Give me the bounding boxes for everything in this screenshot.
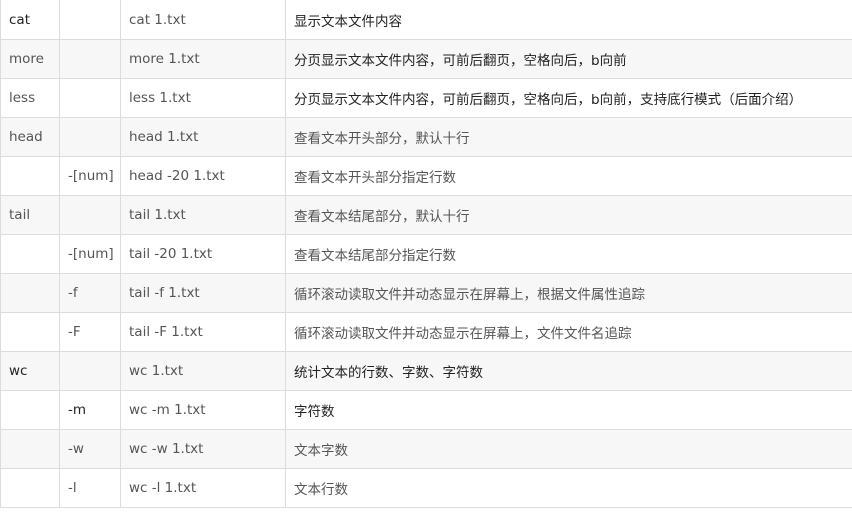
command-cell [0, 273, 60, 313]
option-cell: -[num] [59, 156, 121, 196]
example-cell: head 1.txt [120, 117, 286, 157]
option-cell: -f [59, 273, 121, 313]
example-cell: less 1.txt [120, 78, 286, 118]
command-cell: tail [0, 195, 60, 235]
command-cell [0, 312, 60, 352]
table-row: cat cat 1.txt 显示文本文件内容 [0, 0, 852, 40]
option-cell: -w [59, 429, 121, 469]
option-cell [59, 0, 121, 40]
option-cell [59, 351, 121, 391]
command-cell [0, 390, 60, 430]
description-cell: 文本行数 [285, 468, 852, 508]
description-cell: 查看文本开头部分，默认十行 [285, 117, 852, 157]
table-row: less less 1.txt 分页显示文本文件内容，可前后翻页，空格向后，b向… [0, 78, 852, 118]
example-cell: cat 1.txt [120, 0, 286, 40]
command-cell: less [0, 78, 60, 118]
description-cell: 显示文本文件内容 [285, 0, 852, 40]
table-row: head head 1.txt 查看文本开头部分，默认十行 [0, 117, 852, 157]
command-table-body: cat cat 1.txt 显示文本文件内容 more more 1.txt 分… [0, 0, 852, 508]
table-row: wc wc 1.txt 统计文本的行数、字数、字符数 [0, 351, 852, 391]
command-cell [0, 429, 60, 469]
description-cell: 字符数 [285, 390, 852, 430]
example-cell: head -20 1.txt [120, 156, 286, 196]
command-cell: more [0, 39, 60, 79]
description-cell: 查看文本结尾部分指定行数 [285, 234, 852, 274]
example-cell: wc -m 1.txt [120, 390, 286, 430]
example-cell: wc 1.txt [120, 351, 286, 391]
command-cell [0, 234, 60, 274]
example-cell: tail -f 1.txt [120, 273, 286, 313]
option-cell: -l [59, 468, 121, 508]
option-cell [59, 195, 121, 235]
command-cell [0, 156, 60, 196]
description-cell: 文本字数 [285, 429, 852, 469]
table-row: -[num] head -20 1.txt 查看文本开头部分指定行数 [0, 156, 852, 196]
example-cell: wc -w 1.txt [120, 429, 286, 469]
description-cell: 查看文本结尾部分，默认十行 [285, 195, 852, 235]
example-cell: tail -20 1.txt [120, 234, 286, 274]
option-cell [59, 117, 121, 157]
example-cell: wc -l 1.txt [120, 468, 286, 508]
description-cell: 查看文本开头部分指定行数 [285, 156, 852, 196]
option-cell [59, 78, 121, 118]
command-cell: head [0, 117, 60, 157]
description-cell: 循环滚动读取文件并动态显示在屏幕上，根据文件属性追踪 [285, 273, 852, 313]
table-row: -f tail -f 1.txt 循环滚动读取文件并动态显示在屏幕上，根据文件属… [0, 273, 852, 313]
option-cell: -F [59, 312, 121, 352]
table-row: -l wc -l 1.txt 文本行数 [0, 468, 852, 508]
command-cell [0, 468, 60, 508]
table-row: more more 1.txt 分页显示文本文件内容，可前后翻页，空格向后，b向… [0, 39, 852, 79]
example-cell: more 1.txt [120, 39, 286, 79]
table-row: tail tail 1.txt 查看文本结尾部分，默认十行 [0, 195, 852, 235]
option-cell: -m [59, 390, 121, 430]
description-cell: 分页显示文本文件内容，可前后翻页，空格向后，b向前，支持底行模式（后面介绍） [285, 78, 852, 118]
description-cell: 统计文本的行数、字数、字符数 [285, 351, 852, 391]
option-cell: -[num] [59, 234, 121, 274]
command-table: cat cat 1.txt 显示文本文件内容 more more 1.txt 分… [0, 0, 852, 508]
description-cell: 分页显示文本文件内容，可前后翻页，空格向后，b向前 [285, 39, 852, 79]
option-cell [59, 39, 121, 79]
table-row: -m wc -m 1.txt 字符数 [0, 390, 852, 430]
table-row: -w wc -w 1.txt 文本字数 [0, 429, 852, 469]
table-row: -[num] tail -20 1.txt 查看文本结尾部分指定行数 [0, 234, 852, 274]
description-cell: 循环滚动读取文件并动态显示在屏幕上，文件文件名追踪 [285, 312, 852, 352]
command-cell: wc [0, 351, 60, 391]
command-cell: cat [0, 0, 60, 40]
example-cell: tail 1.txt [120, 195, 286, 235]
table-row: -F tail -F 1.txt 循环滚动读取文件并动态显示在屏幕上，文件文件名… [0, 312, 852, 352]
example-cell: tail -F 1.txt [120, 312, 286, 352]
